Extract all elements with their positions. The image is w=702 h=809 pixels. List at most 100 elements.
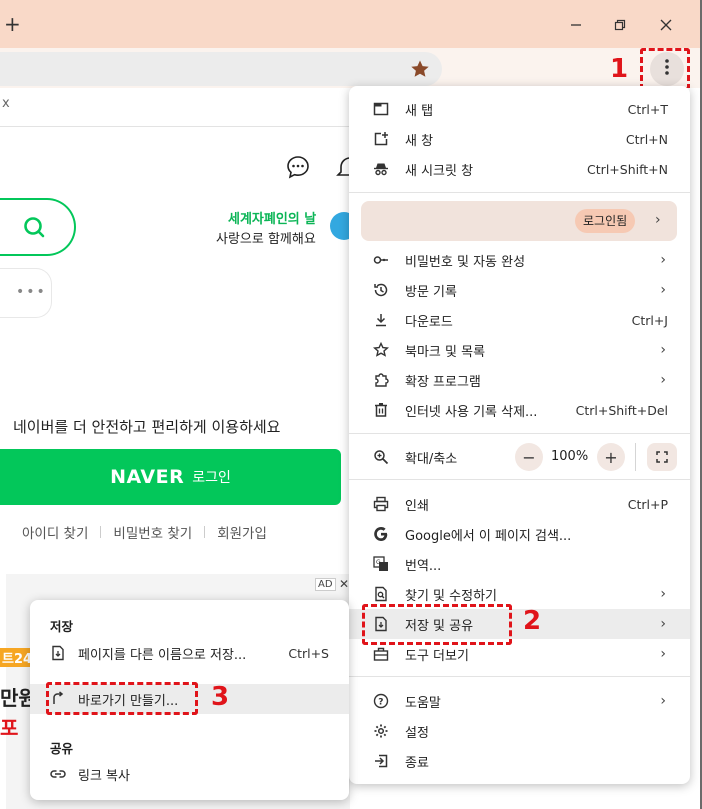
menu-label: 새 탭 xyxy=(405,103,434,119)
link-separator xyxy=(204,526,206,538)
find-password-link[interactable]: 비밀번호 찾기 xyxy=(113,522,192,542)
zoom-in-button[interactable]: + xyxy=(597,443,625,471)
find-page-icon xyxy=(372,585,390,603)
menu-label: 새 시크릿 창 xyxy=(405,163,474,179)
star-outline-icon xyxy=(372,341,390,359)
download-icon xyxy=(372,311,390,329)
new-tab-button[interactable]: + xyxy=(4,12,24,36)
close-icon xyxy=(660,16,672,35)
save-page-icon xyxy=(49,644,67,662)
signed-in-chip[interactable]: 로그인됨 xyxy=(575,209,636,233)
menu-label: 설정 xyxy=(405,725,429,741)
incognito-icon xyxy=(372,160,390,178)
menu-shortcut: Ctrl+Shift+Del xyxy=(575,402,668,418)
menu-label: 인터넷 사용 기록 삭제... xyxy=(405,404,538,420)
menu-item-print[interactable]: 인쇄 Ctrl+P xyxy=(349,489,690,519)
menu-label: 찾기 및 수정하기 xyxy=(405,588,497,604)
menu-item-new-window[interactable]: 새 창 Ctrl+N xyxy=(349,124,690,154)
menu-item-history[interactable]: 방문 기록 › xyxy=(349,275,690,305)
chevron-right-icon: › xyxy=(655,212,661,228)
minimize-button[interactable] xyxy=(556,10,596,40)
menu-separator xyxy=(349,192,690,193)
chevron-right-icon: › xyxy=(660,586,666,602)
menu-label: 새 창 xyxy=(405,133,434,149)
fullscreen-icon xyxy=(656,448,668,467)
menu-separator xyxy=(349,479,690,480)
menu-item-clear-browsing-data[interactable]: 인터넷 사용 기록 삭제... Ctrl+Shift+Del xyxy=(349,395,690,425)
notification-bell-icon[interactable] xyxy=(334,154,351,184)
menu-separator xyxy=(349,433,690,434)
menu-label: 페이지를 다른 이름으로 저장... xyxy=(78,647,247,663)
step1-number: 1 xyxy=(610,54,629,84)
menu-shortcut: Ctrl+P xyxy=(627,496,668,512)
menu-label: Google에서 이 페이지 검색... xyxy=(405,528,572,544)
zoom-icon xyxy=(372,448,390,466)
save-heading: 저장 xyxy=(50,619,74,634)
zoom-out-button[interactable]: − xyxy=(515,443,543,471)
account-links: 아이디 찾기 비밀번호 찾기 회원가입 xyxy=(22,522,267,542)
restore-icon xyxy=(614,16,626,35)
campaign-subtitle[interactable]: 사랑으로 함께해요 xyxy=(216,228,316,247)
menu-item-incognito[interactable]: 새 시크릿 창 Ctrl+Shift+N xyxy=(349,154,690,184)
svg-text:?: ? xyxy=(378,698,383,708)
address-bar[interactable] xyxy=(0,52,442,86)
chevron-right-icon: › xyxy=(660,372,666,388)
menu-item-translate[interactable]: G 번역... xyxy=(349,549,690,579)
menu-label: 다운로드 xyxy=(405,314,453,330)
close-window-button[interactable] xyxy=(646,10,686,40)
step1-highlight-box xyxy=(640,48,690,90)
menu-shortcut: Ctrl+T xyxy=(627,101,668,117)
fullscreen-button[interactable] xyxy=(647,443,677,471)
new-tab-icon xyxy=(372,100,390,118)
gear-icon xyxy=(372,722,390,740)
menu-separator xyxy=(349,676,690,677)
search-icon[interactable] xyxy=(22,215,48,245)
link-icon xyxy=(49,765,67,783)
restore-button[interactable] xyxy=(600,10,640,40)
step3-highlight-box xyxy=(46,682,198,715)
svg-text:G: G xyxy=(376,559,381,566)
menu-item-exit[interactable]: 종료 xyxy=(349,746,690,776)
more-dots-icon: ••• xyxy=(16,284,47,300)
menu-item-extensions[interactable]: 확장 프로그램 › xyxy=(349,365,690,395)
menu-label: 방문 기록 xyxy=(405,284,457,300)
chevron-right-icon: › xyxy=(660,646,666,662)
menu-label: 링크 복사 xyxy=(78,768,130,784)
step3-number: 3 xyxy=(211,682,230,712)
signup-link[interactable]: 회원가입 xyxy=(217,522,267,542)
menu-label: 도구 더보기 xyxy=(405,648,469,664)
google-icon xyxy=(372,525,390,543)
chevron-right-icon: › xyxy=(660,342,666,358)
menu-item-save-page-as[interactable]: 페이지를 다른 이름으로 저장... Ctrl+S xyxy=(30,638,349,668)
history-icon xyxy=(372,281,390,299)
campaign-title[interactable]: 세계자폐인의 날 xyxy=(228,208,316,227)
menu-item-settings[interactable]: 설정 xyxy=(349,716,690,746)
translate-icon: G xyxy=(372,555,390,573)
naver-login-button[interactable]: NAVER 로그인 xyxy=(0,449,341,505)
menu-label: 번역... xyxy=(405,558,442,574)
page-divider xyxy=(0,126,360,127)
step2-number: 2 xyxy=(523,606,542,636)
infobar-close[interactable]: x xyxy=(2,96,10,111)
menu-label: 인쇄 xyxy=(405,498,429,514)
menu-shortcut: Ctrl+J xyxy=(631,312,668,328)
ad-close-icon[interactable]: ✕ xyxy=(339,577,349,591)
step2-highlight-box xyxy=(362,604,512,645)
menu-item-passwords[interactable]: 비밀번호 및 자동 완성 › xyxy=(349,245,690,275)
menu-item-copy-link[interactable]: 링크 복사 xyxy=(30,759,349,789)
menu-label: 북마크 및 목록 xyxy=(405,344,486,360)
find-id-link[interactable]: 아이디 찾기 xyxy=(22,522,88,542)
menu-label: 확대/축소 xyxy=(405,451,458,467)
bookmark-star-icon[interactable] xyxy=(408,57,432,81)
trash-icon xyxy=(372,401,390,419)
menu-item-new-tab[interactable]: 새 탭 Ctrl+T xyxy=(349,94,690,124)
chat-icon[interactable] xyxy=(285,154,311,184)
menu-item-help[interactable]: ? 도움말 › xyxy=(349,686,690,716)
naver-logo: NAVER xyxy=(110,466,185,488)
menu-item-google-search[interactable]: Google에서 이 페이지 검색... xyxy=(349,519,690,549)
menu-item-downloads[interactable]: 다운로드 Ctrl+J xyxy=(349,305,690,335)
help-icon: ? xyxy=(372,692,390,710)
puzzle-icon xyxy=(372,371,390,389)
chrome-main-menu: 새 탭 Ctrl+T 새 창 Ctrl+N 새 시크릿 창 Ctrl+Shift… xyxy=(349,86,690,784)
menu-item-bookmarks[interactable]: 북마크 및 목록 › xyxy=(349,335,690,365)
